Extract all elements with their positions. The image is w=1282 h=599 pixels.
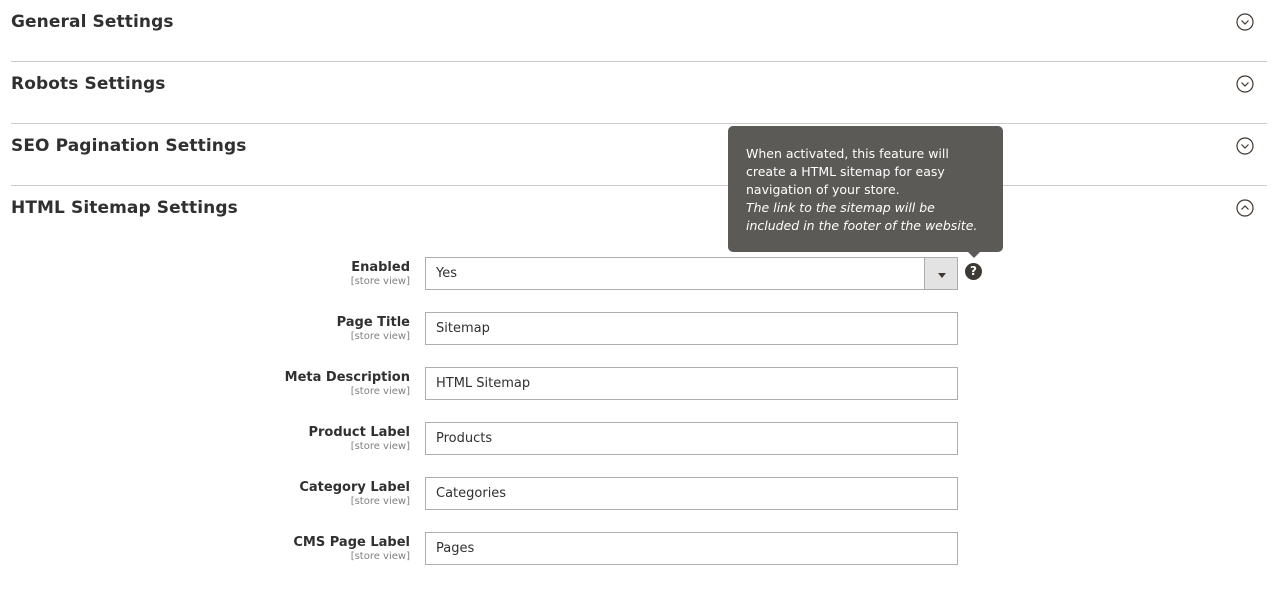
field-category-label: Category Label [store view] — [0, 477, 1282, 511]
tooltip-note: The link to the sitemap will be included… — [746, 200, 978, 233]
question-circle-icon[interactable]: ? — [965, 263, 982, 280]
chevron-down-circle-icon[interactable] — [1236, 75, 1254, 93]
chevron-down-circle-icon[interactable] — [1236, 137, 1254, 155]
field-cms-page-label: CMS Page Label [store view] — [0, 532, 1282, 566]
help-tooltip: When activated, this feature will create… — [728, 126, 1003, 258]
field-enabled: Enabled [store view] Yes ? — [0, 257, 1282, 291]
tooltip-text: When activated, this feature will create… — [746, 146, 949, 197]
product-label-input[interactable] — [425, 422, 958, 455]
field-scope: [store view] — [350, 386, 410, 397]
field-label: Page Title — [336, 315, 410, 330]
section-title[interactable]: Robots Settings — [11, 62, 166, 106]
dropdown-arrow-icon[interactable] — [924, 257, 958, 290]
section-title[interactable]: General Settings — [11, 0, 174, 44]
chevron-up-circle-icon[interactable] — [1236, 199, 1254, 217]
section-general-settings: General Settings — [11, 0, 1267, 62]
section-html-sitemap-settings: HTML Sitemap Settings — [11, 186, 1267, 248]
field-meta-description: Meta Description [store view] — [0, 367, 1282, 401]
field-label: CMS Page Label — [293, 535, 410, 550]
field-label: Meta Description — [284, 370, 410, 385]
field-product-label: Product Label [store view] — [0, 422, 1282, 456]
cms-page-label-input[interactable] — [425, 532, 958, 565]
enabled-select-value[interactable]: Yes — [425, 257, 958, 290]
field-scope: [store view] — [350, 276, 410, 287]
enabled-select[interactable]: Yes — [425, 257, 958, 290]
field-scope: [store view] — [350, 441, 410, 452]
page-title-input[interactable] — [425, 312, 958, 345]
field-scope: [store view] — [350, 331, 410, 342]
section-title[interactable]: HTML Sitemap Settings — [11, 186, 238, 230]
section-robots-settings: Robots Settings — [11, 62, 1267, 124]
meta-description-input[interactable] — [425, 367, 958, 400]
field-label: Enabled — [351, 260, 410, 275]
section-seo-pagination-settings: SEO Pagination Settings — [11, 124, 1267, 186]
section-title[interactable]: SEO Pagination Settings — [11, 124, 246, 168]
field-scope: [store view] — [350, 496, 410, 507]
category-label-input[interactable] — [425, 477, 958, 510]
field-page-title: Page Title [store view] — [0, 312, 1282, 346]
field-scope: [store view] — [350, 551, 410, 562]
chevron-down-circle-icon[interactable] — [1236, 13, 1254, 31]
field-label: Category Label — [299, 480, 410, 495]
field-label: Product Label — [308, 425, 410, 440]
